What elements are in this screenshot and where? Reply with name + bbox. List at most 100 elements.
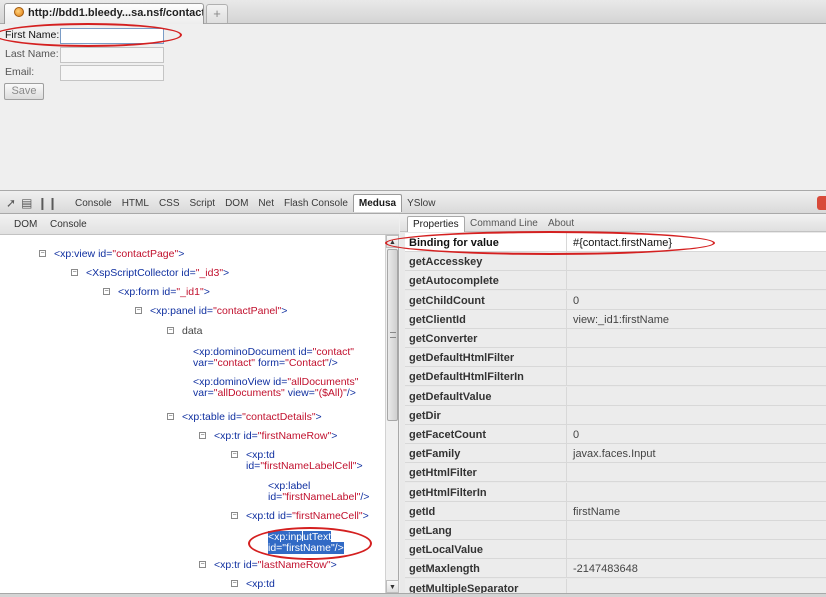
collapse-icon[interactable]: − xyxy=(199,432,206,439)
pause-icon[interactable]: ❙❙ xyxy=(37,196,57,210)
property-value: 0 xyxy=(573,429,580,441)
collapse-icon[interactable]: − xyxy=(231,512,238,519)
cursor-icon[interactable]: ➚ xyxy=(6,196,16,210)
tree-node-data[interactable]: data xyxy=(182,326,202,337)
grip-icon xyxy=(390,332,396,338)
save-button[interactable]: Save xyxy=(4,83,44,100)
subtab-about[interactable]: About xyxy=(543,216,579,232)
property-row[interactable]: getClientId view:_id1:firstName xyxy=(405,309,826,329)
property-value-cell xyxy=(566,252,826,272)
tree-node-td[interactable]: <xp:td xyxy=(246,579,275,590)
tree-node-last-name-row[interactable]: <xp:tr id="lastNameRow"> xyxy=(214,560,337,571)
tab-css[interactable]: CSS xyxy=(154,195,185,213)
page-content: First Name: Last Name: Email: Save xyxy=(0,24,826,190)
property-name: getLang xyxy=(409,525,452,537)
first-name-field[interactable] xyxy=(60,28,164,44)
tree-node-first-name-cell[interactable]: <xp:td id="firstNameCell"> xyxy=(246,511,369,522)
dom-tree-panel: DOM Console − <xp:view id="contactPage">… xyxy=(0,214,399,594)
browser-tab[interactable]: http://bdd1.bleedy...sa.nsf/contact.xsp xyxy=(4,3,204,24)
email-label: Email: xyxy=(5,66,35,78)
collapse-icon[interactable]: − xyxy=(167,413,174,420)
subtab-properties[interactable]: Properties xyxy=(407,216,465,232)
property-row[interactable]: getAccesskey xyxy=(405,252,826,272)
collapse-icon[interactable]: − xyxy=(199,561,206,568)
property-row[interactable]: getHtmlFilter xyxy=(405,463,826,483)
property-value: firstName xyxy=(573,505,621,518)
select-icon[interactable]: ▤ xyxy=(21,196,32,210)
property-row[interactable]: getDefaultHtmlFilterIn xyxy=(405,367,826,387)
property-row[interactable]: getFacetCount 0 xyxy=(405,425,826,444)
property-name: getId xyxy=(409,505,436,518)
tree-node-view[interactable]: <xp:view id="contactPage"> xyxy=(54,249,184,260)
last-name-field[interactable] xyxy=(60,47,164,63)
tree-node-script-collector[interactable]: <XspScriptCollector id="_id3"> xyxy=(86,268,229,279)
last-name-label: Last Name: xyxy=(5,48,59,60)
scroll-thumb[interactable] xyxy=(387,249,398,421)
collapse-icon[interactable]: − xyxy=(231,580,238,587)
collapse-icon[interactable]: − xyxy=(103,288,110,295)
property-name: getHtmlFilterIn xyxy=(409,486,487,499)
property-row[interactable]: getChildCount 0 xyxy=(405,290,826,310)
property-value-cell xyxy=(566,348,826,368)
scroll-up-icon[interactable]: ▲ xyxy=(386,235,399,248)
subtab-command-line[interactable]: Command Line xyxy=(465,216,543,232)
property-value-cell xyxy=(566,540,826,560)
property-row[interactable]: getId firstName xyxy=(405,501,826,521)
property-row[interactable]: getMultipleSeparator xyxy=(405,578,826,594)
favicon-icon xyxy=(14,7,24,17)
property-value-cell: view:_id1:firstName xyxy=(566,309,826,329)
tab-medusa[interactable]: Medusa xyxy=(352,194,403,212)
property-name: getFamily xyxy=(409,448,461,461)
tree-node-input-text-selected[interactable]: <xp:inputText id="firstName"/> xyxy=(268,531,344,554)
subtab-dom[interactable]: DOM xyxy=(14,219,37,230)
tab-flash-console[interactable]: Flash Console xyxy=(279,195,353,213)
tree-scrollbar[interactable]: ▲ ▼ xyxy=(385,235,399,594)
tree-node-domino-document[interactable]: <xp:dominoDocument id="contact" var="con… xyxy=(193,347,354,369)
tab-yslow[interactable]: YSlow xyxy=(402,195,440,213)
tab-net[interactable]: Net xyxy=(253,195,279,213)
property-name: getDefaultHtmlFilter xyxy=(409,352,515,365)
collapse-icon[interactable]: − xyxy=(231,451,238,458)
property-row[interactable]: getHtmlFilterIn xyxy=(405,482,826,502)
property-name: getMaxlength xyxy=(409,563,480,576)
tree-node-first-name-label[interactable]: <xp:label id="firstNameLabel"/> xyxy=(268,481,369,503)
close-icon[interactable] xyxy=(817,196,826,210)
tree-node-domino-view[interactable]: <xp:dominoView id="allDocuments" var="al… xyxy=(193,377,358,399)
property-row[interactable]: getConverter xyxy=(405,329,826,348)
property-name: getChildCount xyxy=(409,294,485,307)
property-value: view:_id1:firstName xyxy=(573,313,669,326)
collapse-icon[interactable]: − xyxy=(39,250,46,257)
tab-dom[interactable]: DOM xyxy=(220,195,253,213)
property-value-cell: firstName xyxy=(566,501,826,521)
tab-html[interactable]: HTML xyxy=(117,195,154,213)
browser-tab-title: http://bdd1.bleedy...sa.nsf/contact.xsp xyxy=(28,7,203,19)
property-row[interactable]: getDir xyxy=(405,405,826,425)
property-value-cell: -2147483648 xyxy=(566,559,826,579)
component-tree: − <xp:view id="contactPage"> − <XspScrip… xyxy=(0,235,385,594)
property-value-cell xyxy=(566,521,826,540)
property-row[interactable]: Binding for value #{contact.firstName} xyxy=(405,233,826,252)
property-row[interactable]: getAutocomplete xyxy=(405,271,826,291)
collapse-icon[interactable]: − xyxy=(71,269,78,276)
collapse-icon[interactable]: − xyxy=(135,307,142,314)
tree-node-first-name-label-cell[interactable]: <xp:td id="firstNameLabelCell"> xyxy=(246,450,363,472)
scroll-down-icon[interactable]: ▼ xyxy=(386,580,399,593)
property-row[interactable]: getMaxlength -2147483648 xyxy=(405,559,826,579)
tab-console[interactable]: Console xyxy=(70,195,117,213)
tree-node-panel[interactable]: <xp:panel id="contactPanel"> xyxy=(150,306,287,317)
tab-script[interactable]: Script xyxy=(185,195,221,213)
new-tab-button[interactable]: + xyxy=(206,4,228,23)
tree-node-first-name-row[interactable]: <xp:tr id="firstNameRow"> xyxy=(214,431,337,442)
property-row[interactable]: getDefaultValue xyxy=(405,386,826,406)
property-row[interactable]: getLocalValue xyxy=(405,540,826,560)
property-value-cell: #{contact.firstName} xyxy=(566,233,826,252)
tree-node-form[interactable]: <xp:form id="_id1"> xyxy=(118,287,210,298)
firebug-toolbar: ➚ ▤ ❙❙ Console HTML CSS Script DOM Net Flash Con… xyxy=(0,190,826,214)
collapse-icon[interactable]: − xyxy=(167,327,174,334)
tree-node-table[interactable]: <xp:table id="contactDetails"> xyxy=(182,412,322,423)
property-row[interactable]: getLang xyxy=(405,521,826,540)
email-field[interactable] xyxy=(60,65,164,81)
property-row[interactable]: getDefaultHtmlFilter xyxy=(405,348,826,368)
property-row[interactable]: getFamily javax.faces.Input xyxy=(405,444,826,464)
subtab-console[interactable]: Console xyxy=(50,219,87,230)
